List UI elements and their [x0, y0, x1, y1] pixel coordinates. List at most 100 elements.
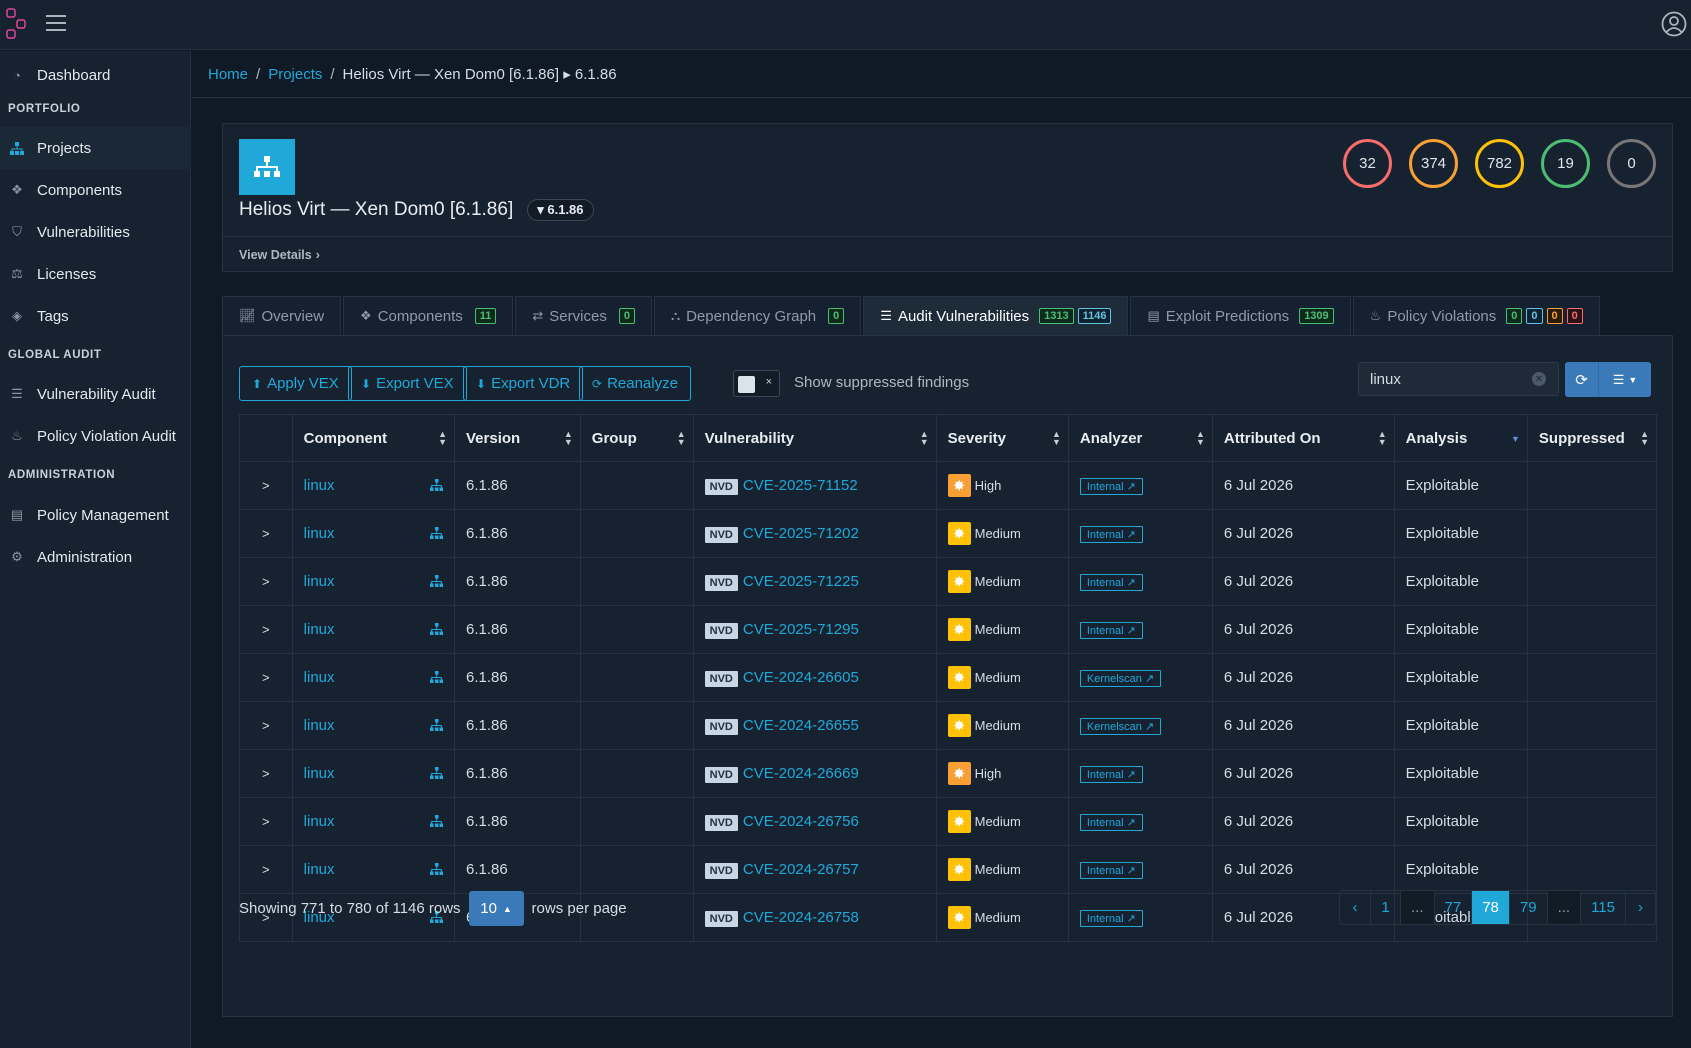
- dependency-tree-icon[interactable]: [430, 479, 443, 491]
- dependency-tree-icon[interactable]: [430, 671, 443, 683]
- column-header-version[interactable]: Version ▲ ▼: [454, 414, 581, 462]
- menu-toggle-icon[interactable]: [46, 15, 66, 33]
- dependency-tree-icon[interactable]: [430, 527, 443, 539]
- component-link[interactable]: linux: [304, 717, 335, 734]
- show-suppressed-toggle[interactable]: ×: [733, 370, 780, 397]
- vulnerability-link[interactable]: CVE-2024-26605: [743, 669, 859, 686]
- analyzer-link[interactable]: Internal ↗: [1079, 525, 1143, 543]
- vulnerability-link[interactable]: CVE-2024-26756: [743, 813, 859, 830]
- column-header-analyzer[interactable]: Analyzer ▲ ▼: [1067, 414, 1213, 462]
- tab-audit-vulnerabilities[interactable]: ☰ Audit Vulnerabilities 1313 1146: [863, 296, 1129, 335]
- component-link[interactable]: linux: [304, 813, 335, 830]
- sidebar-item-dashboard[interactable]: ◔ Dashboard: [0, 54, 191, 96]
- tab-dependency-graph[interactable]: ⛬ Dependency Graph 0: [653, 296, 862, 335]
- component-link[interactable]: linux: [304, 861, 335, 878]
- sidebar-item-licenses[interactable]: ⚖ Licenses: [0, 253, 191, 295]
- vulnerability-link[interactable]: CVE-2024-26758: [743, 909, 859, 926]
- export-vdr-button[interactable]: ⬇ Export VDR: [463, 366, 584, 401]
- dependency-tree-icon[interactable]: [430, 767, 443, 779]
- sidebar-item-tags[interactable]: ◈ Tags: [0, 295, 191, 337]
- tab-services[interactable]: ⇄ Services 0: [515, 296, 652, 335]
- column-header-vulnerability[interactable]: Vulnerability ▲ ▼: [692, 414, 937, 462]
- column-header-severity[interactable]: Severity ▲ ▼: [935, 414, 1069, 462]
- component-link[interactable]: linux: [304, 621, 335, 638]
- user-profile-icon[interactable]: [1661, 11, 1687, 37]
- project-name: Helios Virt — Xen Dom0 [6.1.86]: [239, 199, 514, 220]
- expand-row-icon[interactable]: >: [239, 701, 293, 750]
- page-button[interactable]: 115: [1580, 891, 1625, 924]
- export-vex-button[interactable]: ⬇ Export VEX: [348, 366, 467, 401]
- sidebar-item-components[interactable]: ❖ Components: [0, 169, 191, 211]
- analyzer-link[interactable]: Kernelscan ↗: [1079, 669, 1162, 687]
- expand-row-icon[interactable]: >: [239, 557, 293, 606]
- dependency-tree-icon[interactable]: [430, 575, 443, 587]
- column-header-analysis[interactable]: Analysis ▼: [1393, 414, 1528, 462]
- column-header-suppressed[interactable]: Suppressed ▲ ▼: [1526, 414, 1658, 462]
- sidebar-item-administration[interactable]: ⚙ Administration: [0, 536, 191, 578]
- dependency-tree-icon[interactable]: [430, 815, 443, 827]
- dependency-tree-icon[interactable]: [430, 719, 443, 731]
- vulnerability-link[interactable]: CVE-2025-71202: [743, 525, 859, 542]
- columns-dropdown-button[interactable]: ☰ ▼: [1599, 362, 1651, 397]
- component-link[interactable]: linux: [304, 525, 335, 542]
- analyzer-link[interactable]: Internal ↗: [1079, 909, 1143, 927]
- vulnerability-link[interactable]: CVE-2025-71225: [743, 573, 859, 590]
- reanalyze-button[interactable]: ⟳ Reanalyze: [579, 366, 691, 401]
- prev-page-button[interactable]: ‹: [1340, 891, 1370, 924]
- sidebar-item-vulnerabilities[interactable]: ⛉ Vulnerabilities: [0, 211, 191, 253]
- refresh-table-button[interactable]: ⟳: [1565, 362, 1599, 397]
- component-link[interactable]: linux: [304, 765, 335, 782]
- analyzer-link[interactable]: Kernelscan ↗: [1079, 717, 1162, 735]
- dependency-tree-icon[interactable]: [430, 623, 443, 635]
- analyzer-link[interactable]: Internal ↗: [1079, 861, 1143, 879]
- apply-vex-button[interactable]: ⬆ Apply VEX: [239, 366, 352, 401]
- clear-search-icon[interactable]: ✕: [1532, 372, 1546, 386]
- expand-row-icon[interactable]: >: [239, 797, 293, 846]
- vulnerability-link[interactable]: CVE-2025-71152: [743, 477, 858, 494]
- sidebar-item-policy-violation-audit[interactable]: ♨ Policy Violation Audit: [0, 415, 191, 457]
- sidebar-item-projects[interactable]: Projects: [0, 127, 191, 169]
- vulnerability-link[interactable]: CVE-2025-71295: [743, 621, 859, 638]
- app-logo-icon[interactable]: [6, 8, 28, 40]
- search-input[interactable]: [1358, 362, 1559, 396]
- expand-row-icon[interactable]: >: [239, 509, 293, 558]
- expand-row-icon[interactable]: >: [239, 461, 293, 510]
- expand-row-icon[interactable]: >: [239, 653, 293, 702]
- column-header-component[interactable]: Component ▲ ▼: [291, 414, 456, 462]
- analyzer-link[interactable]: Internal ↗: [1079, 573, 1143, 591]
- breadcrumb-home-link[interactable]: Home: [208, 66, 248, 83]
- sidebar-item-policy-management[interactable]: ▤ Policy Management: [0, 494, 191, 536]
- analyzer-link[interactable]: Internal ↗: [1079, 621, 1143, 639]
- page-button[interactable]: 77: [1433, 891, 1472, 924]
- analyzer-link[interactable]: Internal ↗: [1079, 765, 1143, 783]
- tab-overview[interactable]: 📈︎ Overview: [222, 296, 342, 335]
- breadcrumb-projects-link[interactable]: Projects: [268, 66, 322, 83]
- view-details-link[interactable]: View Details ›: [223, 236, 1672, 272]
- tab-exploit-predictions[interactable]: ▤ Exploit Predictions 1309: [1130, 296, 1351, 335]
- vulnerability-link[interactable]: CVE-2024-26757: [743, 861, 859, 878]
- source-badge: NVD: [704, 526, 738, 543]
- rows-per-page-dropdown[interactable]: 10 ▲: [468, 891, 524, 926]
- vulnerability-link[interactable]: CVE-2024-26655: [743, 717, 859, 734]
- column-header-group[interactable]: Group ▲ ▼: [579, 414, 694, 462]
- component-link[interactable]: linux: [304, 573, 335, 590]
- next-page-button[interactable]: ›: [1625, 891, 1655, 924]
- column-header-attributed-on[interactable]: Attributed On ▲ ▼: [1211, 414, 1395, 462]
- dependency-tree-icon[interactable]: [430, 863, 443, 875]
- sidebar-item-vulnerability-audit[interactable]: ☰ Vulnerability Audit: [0, 373, 191, 415]
- page-button[interactable]: 78: [1471, 891, 1509, 924]
- version-dropdown[interactable]: ▾ 6.1.86: [527, 199, 594, 221]
- page-button[interactable]: 1: [1369, 891, 1400, 924]
- expand-row-icon[interactable]: >: [239, 845, 293, 894]
- page-button[interactable]: 79: [1508, 891, 1547, 924]
- expand-row-icon[interactable]: >: [239, 749, 293, 798]
- tab-policy-violations[interactable]: ♨ Policy Violations 0 0 0 0: [1352, 296, 1600, 335]
- severity-cell: ✸ Medium: [935, 557, 1069, 606]
- vulnerability-link[interactable]: CVE-2024-26669: [743, 765, 859, 782]
- analyzer-link[interactable]: Internal ↗: [1079, 477, 1143, 495]
- component-link[interactable]: linux: [304, 669, 335, 686]
- component-link[interactable]: linux: [304, 477, 335, 494]
- tab-components[interactable]: ❖ Components 11: [343, 296, 514, 335]
- expand-row-icon[interactable]: >: [239, 605, 293, 654]
- analyzer-link[interactable]: Internal ↗: [1079, 813, 1143, 831]
